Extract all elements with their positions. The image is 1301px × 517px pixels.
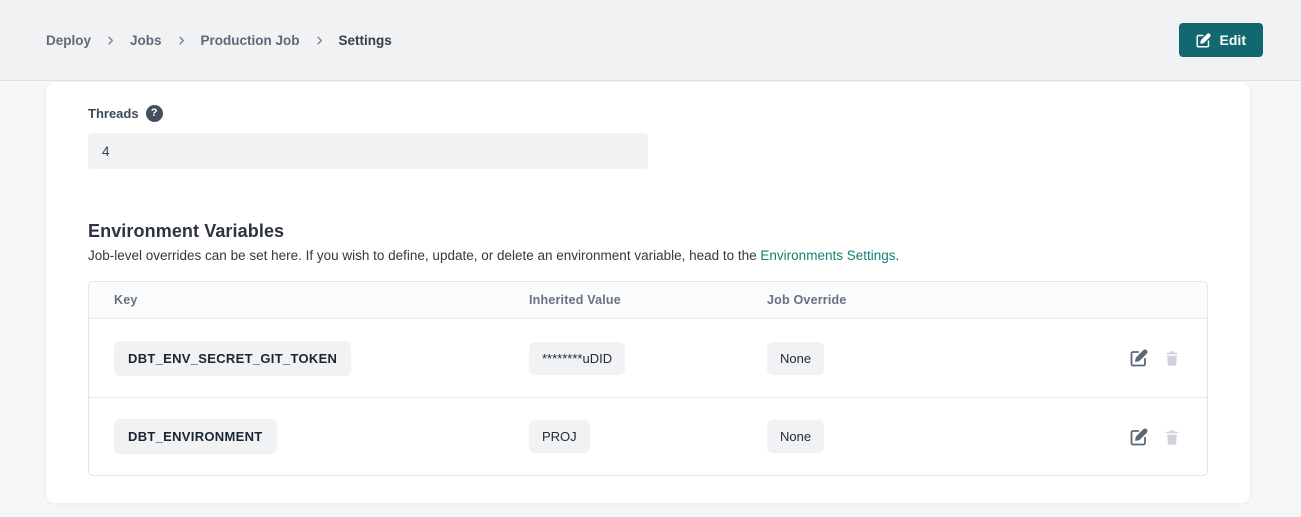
question-mark-circle-icon[interactable]: ? <box>146 105 163 122</box>
breadcrumb-item-jobs[interactable]: Jobs <box>130 33 162 48</box>
env-vars-table: Key Inherited Value Job Override DBT_ENV… <box>88 281 1208 476</box>
description-text: Job-level overrides can be set here. If … <box>88 248 760 263</box>
job-settings-card: Threads ? 4 Environment Variables Job-le… <box>46 82 1250 503</box>
environments-settings-link[interactable]: Environments Settings <box>760 248 895 263</box>
trash-icon[interactable] <box>1163 428 1181 446</box>
threads-field: Threads ? 4 <box>88 105 1208 169</box>
threads-input[interactable]: 4 <box>88 133 648 169</box>
breadcrumb-item-deploy[interactable]: Deploy <box>46 33 91 48</box>
edit-button-label: Edit <box>1220 32 1246 48</box>
column-header-inherited-value: Inherited Value <box>529 293 767 307</box>
env-var-key: DBT_ENVIRONMENT <box>114 419 277 454</box>
edit-pencil-icon <box>1196 33 1211 48</box>
environment-variables-section: Environment Variables Job-level override… <box>88 221 1208 476</box>
breadcrumb-item-production-job[interactable]: Production Job <box>201 33 300 48</box>
column-header-key: Key <box>114 293 529 307</box>
breadcrumb-item-settings: Settings <box>339 33 392 48</box>
chevron-right-icon <box>176 35 187 46</box>
env-var-job-override: None <box>767 342 824 375</box>
table-row: DBT_ENVIRONMENT PROJ None <box>89 397 1207 475</box>
env-vars-table-header: Key Inherited Value Job Override <box>89 282 1207 319</box>
environment-variables-description: Job-level overrides can be set here. If … <box>88 248 1208 263</box>
env-var-key: DBT_ENV_SECRET_GIT_TOKEN <box>114 341 351 376</box>
settings-page: Threads ? 4 Environment Variables Job-le… <box>0 81 1301 503</box>
edit-row-icon[interactable] <box>1130 428 1148 446</box>
threads-value: 4 <box>102 144 110 159</box>
column-header-job-override: Job Override <box>767 293 1091 307</box>
env-var-inherited-value: ********uDID <box>529 342 625 375</box>
env-var-job-override: None <box>767 420 824 453</box>
table-row: DBT_ENV_SECRET_GIT_TOKEN ********uDID No… <box>89 319 1207 397</box>
trash-icon[interactable] <box>1163 349 1181 367</box>
edit-button[interactable]: Edit <box>1179 23 1263 57</box>
edit-row-icon[interactable] <box>1130 349 1148 367</box>
description-period: . <box>896 248 900 263</box>
breadcrumb: Deploy Jobs Production Job Settings <box>46 33 392 48</box>
chevron-right-icon <box>314 35 325 46</box>
environment-variables-title: Environment Variables <box>88 221 1208 242</box>
chevron-right-icon <box>105 35 116 46</box>
top-header: Deploy Jobs Production Job Settings Edit <box>0 0 1301 81</box>
threads-label: Threads <box>88 106 139 121</box>
env-var-inherited-value: PROJ <box>529 420 590 453</box>
